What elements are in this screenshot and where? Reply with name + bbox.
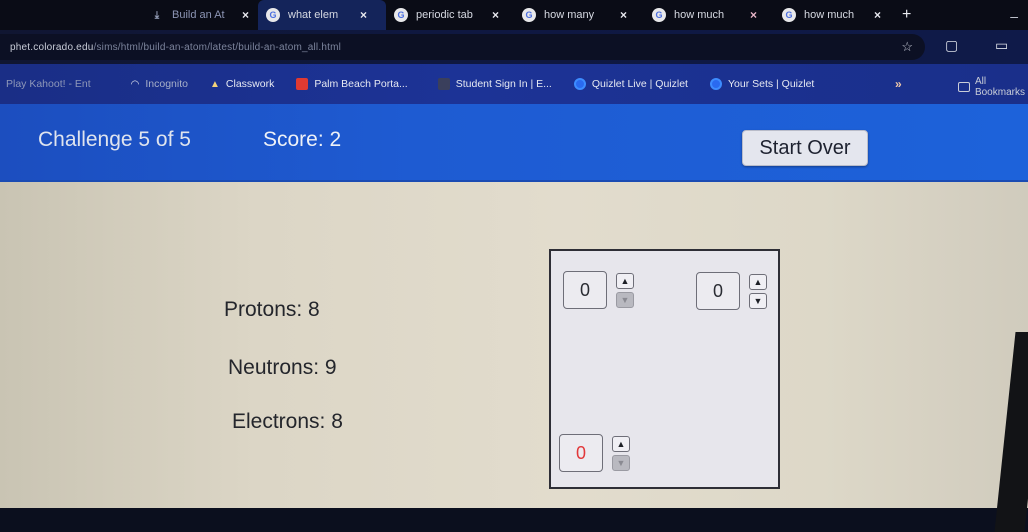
google-icon: G bbox=[522, 8, 536, 22]
bookmark-classwork[interactable]: ▲ Classwork bbox=[210, 78, 274, 90]
arrow-down-icon: ▼ bbox=[753, 295, 763, 306]
spinner-arrows: ▲ ▼ bbox=[749, 273, 767, 309]
browser-tab-strip: ⤓ Build an At × G what elem × G periodic… bbox=[0, 0, 1028, 30]
arrow-down-icon: ▼ bbox=[620, 294, 630, 305]
bookmark-quizlet-live[interactable]: Quizlet Live | Quizlet bbox=[573, 78, 688, 90]
bookmark-kahoot[interactable]: Play Kahoot! - Ent bbox=[6, 78, 91, 90]
bookmark-label: Incognito bbox=[145, 78, 188, 90]
close-icon[interactable]: × bbox=[360, 8, 367, 22]
start-over-button[interactable]: Start Over bbox=[742, 130, 868, 166]
all-bookmarks-label: All Bookmarks bbox=[974, 76, 1025, 98]
tab-how-much-2[interactable]: G how much × bbox=[774, 0, 892, 30]
folder-icon bbox=[958, 82, 970, 92]
url-text[interactable]: phet.colorado.edu/sims/html/build-an-ato… bbox=[10, 42, 341, 53]
address-bar-row: phet.colorado.edu/sims/html/build-an-ato… bbox=[0, 30, 1028, 64]
tab-how-much-1[interactable]: G how much × bbox=[644, 0, 774, 30]
cast-icon[interactable]: ▭ bbox=[995, 37, 1008, 54]
incognito-icon: ◠ bbox=[130, 78, 140, 90]
classroom-icon: ▲ bbox=[210, 78, 220, 90]
arrow-up-icon: ▲ bbox=[620, 275, 630, 286]
decrement-button[interactable]: ▼ bbox=[749, 292, 767, 309]
bookmark-label: Palm Beach Porta... bbox=[314, 78, 408, 90]
url-domain: phet.colorado.edu bbox=[10, 41, 94, 53]
bookmark-label: Your Sets | Quizlet bbox=[727, 78, 815, 90]
tab-build-an-atom[interactable]: ⤓ Build an At × bbox=[0, 0, 258, 30]
close-icon[interactable]: × bbox=[242, 8, 249, 22]
quizlet-icon bbox=[709, 78, 722, 90]
bookmark-student-sign-in[interactable]: Student Sign In | E... bbox=[437, 78, 552, 90]
spinner-value[interactable]: 0 bbox=[559, 434, 603, 472]
score-display: Score: 2 bbox=[263, 128, 342, 151]
spinner-arrows: ▲ ▼ bbox=[612, 435, 630, 471]
extensions-icon[interactable]: ▢ bbox=[945, 37, 958, 54]
play-area bbox=[0, 182, 1028, 508]
quizlet-icon bbox=[573, 78, 586, 90]
answer-spinner-bottom-left[interactable]: 0 ▲ ▼ bbox=[559, 434, 630, 472]
answer-panel: 0 ▲ ▼ 0 ▲ ▼ 0 ▲ ▼ bbox=[549, 249, 780, 489]
spinner-arrows: ▲ ▼ bbox=[616, 272, 634, 308]
portal-icon bbox=[296, 78, 309, 90]
bookmark-incognito[interactable]: ◠ Incognito bbox=[131, 78, 188, 90]
tab-title: how much bbox=[804, 9, 855, 21]
google-icon: G bbox=[652, 8, 666, 22]
minimize-button[interactable]: – bbox=[1010, 8, 1018, 24]
close-icon[interactable]: × bbox=[492, 8, 499, 22]
bookmark-label: Student Sign In | E... bbox=[455, 78, 552, 90]
bookmark-label: Play Kahoot! - Ent bbox=[6, 78, 91, 90]
bookmark-star-icon[interactable]: ☆ bbox=[901, 39, 913, 55]
electrons-count: Electrons: 8 bbox=[232, 410, 343, 433]
arrow-up-icon: ▲ bbox=[753, 276, 763, 287]
challenge-progress: Challenge 5 of 5 bbox=[38, 128, 191, 151]
tab-periodic-table[interactable]: G periodic tab × bbox=[386, 0, 514, 30]
google-icon: G bbox=[266, 8, 280, 22]
bookmark-your-sets[interactable]: Your Sets | Quizlet bbox=[709, 78, 815, 90]
increment-button[interactable]: ▲ bbox=[616, 272, 634, 289]
bookmarks-overflow-button[interactable]: » bbox=[895, 77, 902, 91]
bookmark-palm-beach-portal[interactable]: Palm Beach Porta... bbox=[296, 78, 408, 90]
spinner-value[interactable]: 0 bbox=[563, 271, 607, 309]
tab-how-many[interactable]: G how many × bbox=[514, 0, 644, 30]
download-icon: ⤓ bbox=[154, 9, 160, 21]
bookmark-label: Classwork bbox=[225, 78, 275, 90]
increment-button[interactable]: ▲ bbox=[612, 435, 630, 452]
close-icon[interactable]: × bbox=[874, 8, 881, 22]
arrow-down-icon: ▼ bbox=[616, 457, 626, 468]
address-bar[interactable]: phet.colorado.edu/sims/html/build-an-ato… bbox=[0, 34, 925, 60]
answer-spinner-top-left[interactable]: 0 ▲ ▼ bbox=[563, 271, 634, 309]
google-icon: G bbox=[782, 8, 796, 22]
arrow-up-icon: ▲ bbox=[616, 438, 626, 449]
url-path: /sims/html/build-an-atom/latest/build-an… bbox=[93, 41, 342, 53]
all-bookmarks-button[interactable]: All Bookmarks bbox=[958, 76, 1028, 98]
game-status-bar: Challenge 5 of 5 Score: 2 Start Over bbox=[0, 104, 1028, 182]
google-icon: G bbox=[394, 8, 408, 22]
protons-count: Protons: 8 bbox=[224, 298, 320, 321]
decrement-button[interactable]: ▼ bbox=[612, 454, 630, 471]
tab-title: how many bbox=[544, 9, 595, 21]
spinner-value[interactable]: 0 bbox=[696, 272, 740, 310]
edgenuity-icon bbox=[437, 78, 450, 90]
tab-title: Build an At bbox=[172, 9, 225, 21]
decrement-button[interactable]: ▼ bbox=[616, 291, 634, 308]
bookmark-label: Quizlet Live | Quizlet bbox=[591, 78, 688, 90]
answer-spinner-top-right[interactable]: 0 ▲ ▼ bbox=[696, 272, 767, 310]
tab-title: periodic tab bbox=[416, 9, 473, 21]
neutrons-count: Neutrons: 9 bbox=[228, 356, 337, 379]
close-icon[interactable]: × bbox=[620, 8, 627, 22]
tab-title: what elem bbox=[288, 9, 339, 21]
tab-title: how much bbox=[674, 9, 725, 21]
new-tab-button[interactable]: + bbox=[902, 6, 911, 24]
tab-what-element[interactable]: G what elem × bbox=[258, 0, 386, 30]
increment-button[interactable]: ▲ bbox=[749, 273, 767, 290]
bookmarks-bar: Play Kahoot! - Ent ◠ Incognito ▲ Classwo… bbox=[0, 64, 1028, 104]
close-icon[interactable]: × bbox=[750, 8, 757, 22]
